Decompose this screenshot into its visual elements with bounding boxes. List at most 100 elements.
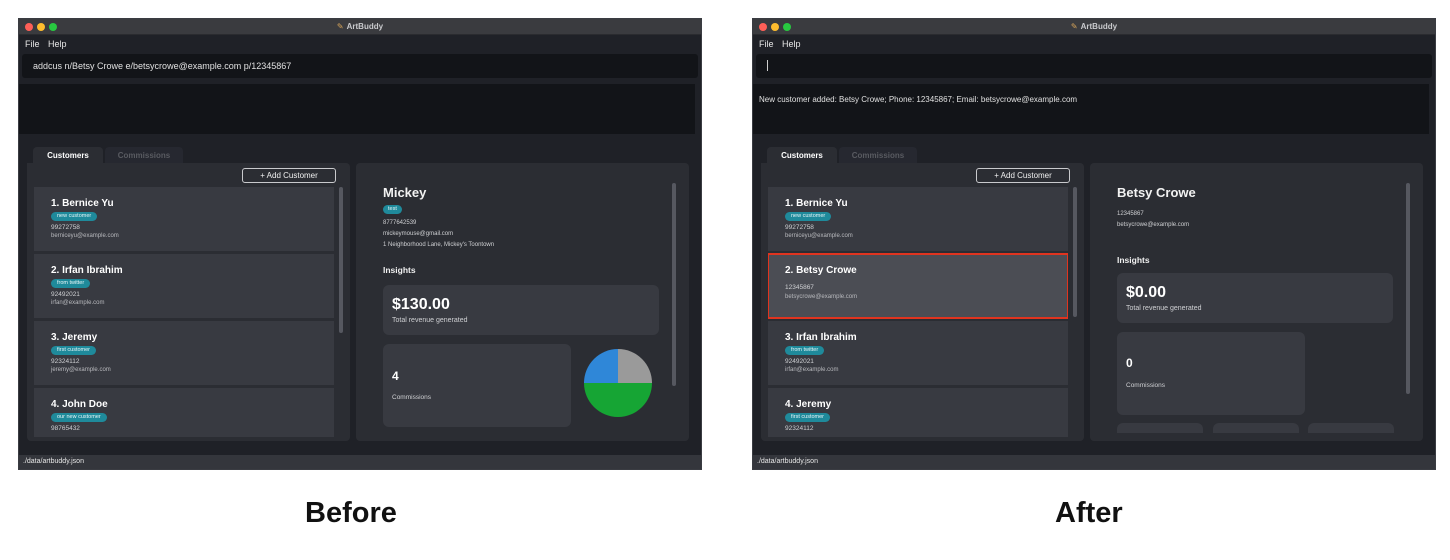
customer-phone: 99272758 bbox=[785, 224, 814, 231]
add-customer-button[interactable]: + Add Customer bbox=[242, 168, 336, 183]
menu-file[interactable]: File bbox=[25, 39, 40, 49]
customer-email: jeremy@example.com bbox=[51, 367, 111, 373]
customer-detail-panel: Mickey test 8777642539 mickeymouse@gmail… bbox=[356, 163, 689, 441]
customer-list[interactable]: 1. Bernice Yu new customer 99272758 bern… bbox=[34, 187, 334, 437]
window-title: ✎ ArtBuddy bbox=[1070, 22, 1118, 31]
menu-file[interactable]: File bbox=[759, 39, 774, 49]
detail-name: Betsy Crowe bbox=[1117, 185, 1196, 200]
title-bar: ✎ ArtBuddy bbox=[19, 19, 701, 35]
title-bar: ✎ ArtBuddy bbox=[753, 19, 1435, 35]
customer-name: 3. Jeremy bbox=[51, 332, 98, 343]
customer-name: 2. Irfan Ibrahim bbox=[51, 265, 123, 276]
list-item[interactable]: 3. Jeremy first customer 92324112 jeremy… bbox=[34, 321, 334, 385]
detail-phone: 12345867 bbox=[1117, 211, 1144, 217]
insights-heading: Insights bbox=[1117, 255, 1150, 265]
customer-email: berniceyu@example.com bbox=[51, 233, 119, 239]
comparison-stage: ✎ ArtBuddy File Help addcus n/Betsy Crowe… bbox=[0, 0, 1450, 560]
commissions-card: 0 Commissions bbox=[1117, 332, 1305, 415]
list-scrollbar[interactable] bbox=[1073, 187, 1077, 317]
menu-help[interactable]: Help bbox=[48, 39, 67, 49]
commissions-count: 0 bbox=[1126, 356, 1133, 370]
commissions-count: 4 bbox=[392, 369, 399, 383]
list-item[interactable]: 4. John Doe our new customer 98765432 bbox=[34, 388, 334, 437]
commissions-label: Commissions bbox=[1126, 382, 1166, 389]
caption-before: Before bbox=[305, 497, 397, 529]
customer-name: 2. Betsy Crowe bbox=[785, 265, 857, 276]
customer-email: irfan@example.com bbox=[51, 300, 105, 306]
customer-phone: 92492021 bbox=[785, 358, 814, 365]
list-item[interactable]: 3. Irfan Ibrahim from twitter 92492021 i… bbox=[768, 321, 1068, 385]
list-item[interactable]: 4. Jeremy first customer 92324112 bbox=[768, 388, 1068, 437]
detail-email: mickeymouse@gmail.com bbox=[383, 231, 454, 237]
commission-card-stub bbox=[1308, 423, 1394, 433]
menu-bar: File Help bbox=[19, 36, 701, 52]
customer-name: 3. Irfan Ibrahim bbox=[785, 332, 857, 343]
commission-card-stub bbox=[1117, 423, 1203, 433]
detail-tag: test bbox=[383, 205, 402, 214]
customer-phone: 92324112 bbox=[51, 358, 80, 365]
customer-email: betsycrowe@example.com bbox=[785, 294, 858, 300]
pie-slice-grey bbox=[618, 349, 652, 383]
main-panel: Customers Commissions + Add Customer 1. … bbox=[761, 147, 1423, 441]
commission-card-stub bbox=[1213, 423, 1299, 433]
commission-pie-chart bbox=[584, 349, 652, 417]
customer-tag: from twitter bbox=[51, 279, 91, 288]
tab-customers[interactable]: Customers bbox=[33, 147, 103, 163]
detail-scrollbar[interactable] bbox=[672, 183, 676, 386]
customer-name: 4. John Doe bbox=[51, 399, 108, 410]
customer-name: 1. Bernice Yu bbox=[51, 198, 114, 209]
customer-detail-panel: Betsy Crowe 12345867 betsycrowe@example.… bbox=[1090, 163, 1423, 441]
tab-commissions[interactable]: Commissions bbox=[105, 147, 183, 163]
customer-tag: our new customer bbox=[51, 413, 107, 422]
detail-name: Mickey bbox=[383, 185, 427, 200]
status-bar: ./data/artbuddy.json bbox=[19, 455, 701, 469]
customer-tag: first customer bbox=[785, 413, 831, 422]
commissions-card: 4 Commissions bbox=[383, 344, 571, 427]
menu-bar: File Help bbox=[753, 36, 1435, 52]
list-item[interactable]: 1. Bernice Yu new customer 99272758 bern… bbox=[34, 187, 334, 251]
selected-list-item[interactable]: 2. Betsy Crowe 12345867 betsycrowe@examp… bbox=[768, 253, 1068, 319]
revenue-card: $130.00 Total revenue generated bbox=[383, 285, 659, 335]
list-item[interactable]: 1. Bernice Yu new customer 99272758 bern… bbox=[768, 187, 1068, 251]
main-panel: Customers Commissions + Add Customer 1. … bbox=[27, 147, 689, 441]
revenue-amount: $130.00 bbox=[392, 296, 450, 313]
customer-phone: 98765432 bbox=[51, 425, 80, 432]
tab-commissions[interactable]: Commissions bbox=[839, 147, 917, 163]
revenue-label: Total revenue generated bbox=[392, 317, 468, 324]
customer-email: irfan@example.com bbox=[785, 367, 839, 373]
status-bar: ./data/artbuddy.json bbox=[753, 455, 1435, 469]
customer-list-panel: + Add Customer 1. Bernice Yu new custome… bbox=[761, 163, 1084, 441]
customer-tag: from twitter bbox=[785, 346, 825, 355]
customer-phone: 92492021 bbox=[51, 291, 80, 298]
detail-email: betsycrowe@example.com bbox=[1117, 222, 1190, 228]
customer-name: 1. Bernice Yu bbox=[785, 198, 848, 209]
add-customer-button[interactable]: + Add Customer bbox=[976, 168, 1070, 183]
customer-phone: 99272758 bbox=[51, 224, 80, 231]
caption-after: After bbox=[1055, 497, 1123, 529]
text-caret bbox=[767, 60, 768, 71]
command-text: addcus n/Betsy Crowe e/betsycrowe@exampl… bbox=[33, 61, 292, 71]
pie-slice-blue bbox=[584, 349, 618, 383]
customer-phone: 12345867 bbox=[785, 284, 814, 291]
revenue-amount: $0.00 bbox=[1126, 284, 1167, 301]
revenue-card: $0.00 Total revenue generated bbox=[1117, 273, 1393, 323]
app-icon: ✎ bbox=[336, 22, 344, 31]
command-input[interactable]: addcus n/Betsy Crowe e/betsycrowe@exampl… bbox=[22, 54, 698, 78]
customer-list[interactable]: 1. Bernice Yu new customer 99272758 bern… bbox=[768, 187, 1068, 437]
revenue-label: Total revenue generated bbox=[1126, 305, 1202, 312]
list-scrollbar[interactable] bbox=[339, 187, 343, 333]
menu-help[interactable]: Help bbox=[782, 39, 801, 49]
detail-scrollbar[interactable] bbox=[1406, 183, 1410, 394]
customer-phone: 92324112 bbox=[785, 425, 814, 432]
customer-tag: new customer bbox=[51, 212, 98, 221]
command-input[interactable] bbox=[756, 54, 1432, 78]
customer-email: berniceyu@example.com bbox=[785, 233, 853, 239]
insights-heading: Insights bbox=[383, 265, 416, 275]
tab-customers[interactable]: Customers bbox=[767, 147, 837, 163]
customer-tag: first customer bbox=[51, 346, 97, 355]
list-item[interactable]: 2. Irfan Ibrahim from twitter 92492021 i… bbox=[34, 254, 334, 318]
app-icon: ✎ bbox=[1070, 22, 1078, 31]
app-window-after: ✎ ArtBuddy File Help New customer added: … bbox=[752, 18, 1436, 470]
result-display: New customer added: Betsy Crowe; Phone: … bbox=[753, 84, 1429, 134]
commissions-label: Commissions bbox=[392, 394, 432, 401]
